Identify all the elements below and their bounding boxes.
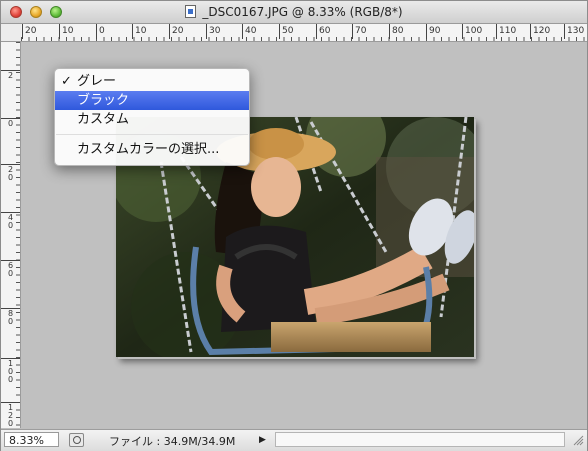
ruler-label: 130 <box>563 24 585 39</box>
menu-item-gray[interactable]: ✓ グレー <box>55 72 249 91</box>
ruler-label: 0 <box>96 24 105 39</box>
document-icon[interactable] <box>185 5 197 18</box>
window-title: _DSC0167.JPG @ 8.33% (RGB/8*) <box>202 5 403 19</box>
status-menu-arrow-icon[interactable]: ▶ <box>259 433 271 447</box>
ruler-label: 10 <box>58 24 74 39</box>
vertical-ruler[interactable]: 2 0 2 0 4 0 6 0 8 0 1 0 0 1 2 0 <box>1 42 21 428</box>
zoom-level-field[interactable]: 8.33% <box>4 432 59 447</box>
title-bar[interactable]: _DSC0167.JPG @ 8.33% (RGB/8*) <box>1 1 587 24</box>
resize-grip-icon[interactable] <box>573 435 584 446</box>
horizontal-ruler[interactable]: 20 10 0 10 20 30 40 50 60 70 80 90 100 1… <box>21 24 587 42</box>
horizontal-scrollbar[interactable] <box>275 432 565 447</box>
info-icon[interactable] <box>69 433 84 447</box>
ruler-label: 8 0 <box>1 308 20 326</box>
ruler-label: 110 <box>495 24 517 39</box>
ruler-label: 120 <box>529 24 551 39</box>
menu-item-black[interactable]: ブラック <box>55 91 249 110</box>
ruler-label: 2 0 <box>1 164 20 182</box>
ruler-label: 1 2 0 <box>1 402 20 428</box>
ruler-label: 2 <box>1 70 20 80</box>
ruler-label: 90 <box>425 24 441 39</box>
ruler-label: 60 <box>315 24 331 39</box>
ruler-origin[interactable] <box>1 24 22 42</box>
ruler-label: 0 <box>1 118 20 128</box>
ruler-label: 100 <box>461 24 483 39</box>
menu-item-custom[interactable]: カスタム <box>55 110 249 129</box>
ruler-label: 80 <box>388 24 404 39</box>
ruler-label: 10 <box>131 24 147 39</box>
menu-item-label: カスタム <box>77 112 130 127</box>
status-bar: 8.33% ファイル : 34.9M/34.9M ▶ <box>1 429 587 451</box>
ruler-label: 20 <box>21 24 37 39</box>
window-title-group: _DSC0167.JPG @ 8.33% (RGB/8*) <box>1 5 587 19</box>
file-size-info: ファイル : 34.9M/34.9M <box>109 435 236 448</box>
document-window: _DSC0167.JPG @ 8.33% (RGB/8*) 20 10 0 10… <box>0 0 588 451</box>
ruler-label: 40 <box>241 24 257 39</box>
menu-item-label: カスタムカラーの選択... <box>77 142 220 157</box>
checkmark-icon: ✓ <box>61 74 72 89</box>
ruler-label: 4 0 <box>1 212 20 230</box>
ruler-label: 70 <box>351 24 367 39</box>
ruler-label: 20 <box>168 24 184 39</box>
ruler-label: 50 <box>278 24 294 39</box>
menu-separator <box>56 134 248 135</box>
menu-item-label: ブラック <box>77 93 130 108</box>
background-color-menu: ✓ グレー ブラック カスタム カスタムカラーの選択... <box>54 68 250 166</box>
ruler-label: 1 0 0 <box>1 358 20 384</box>
ruler-label: 30 <box>205 24 221 39</box>
ruler-label: 6 0 <box>1 260 20 278</box>
menu-item-label: グレー <box>77 74 117 89</box>
menu-item-select-custom-color[interactable]: カスタムカラーの選択... <box>55 140 249 159</box>
